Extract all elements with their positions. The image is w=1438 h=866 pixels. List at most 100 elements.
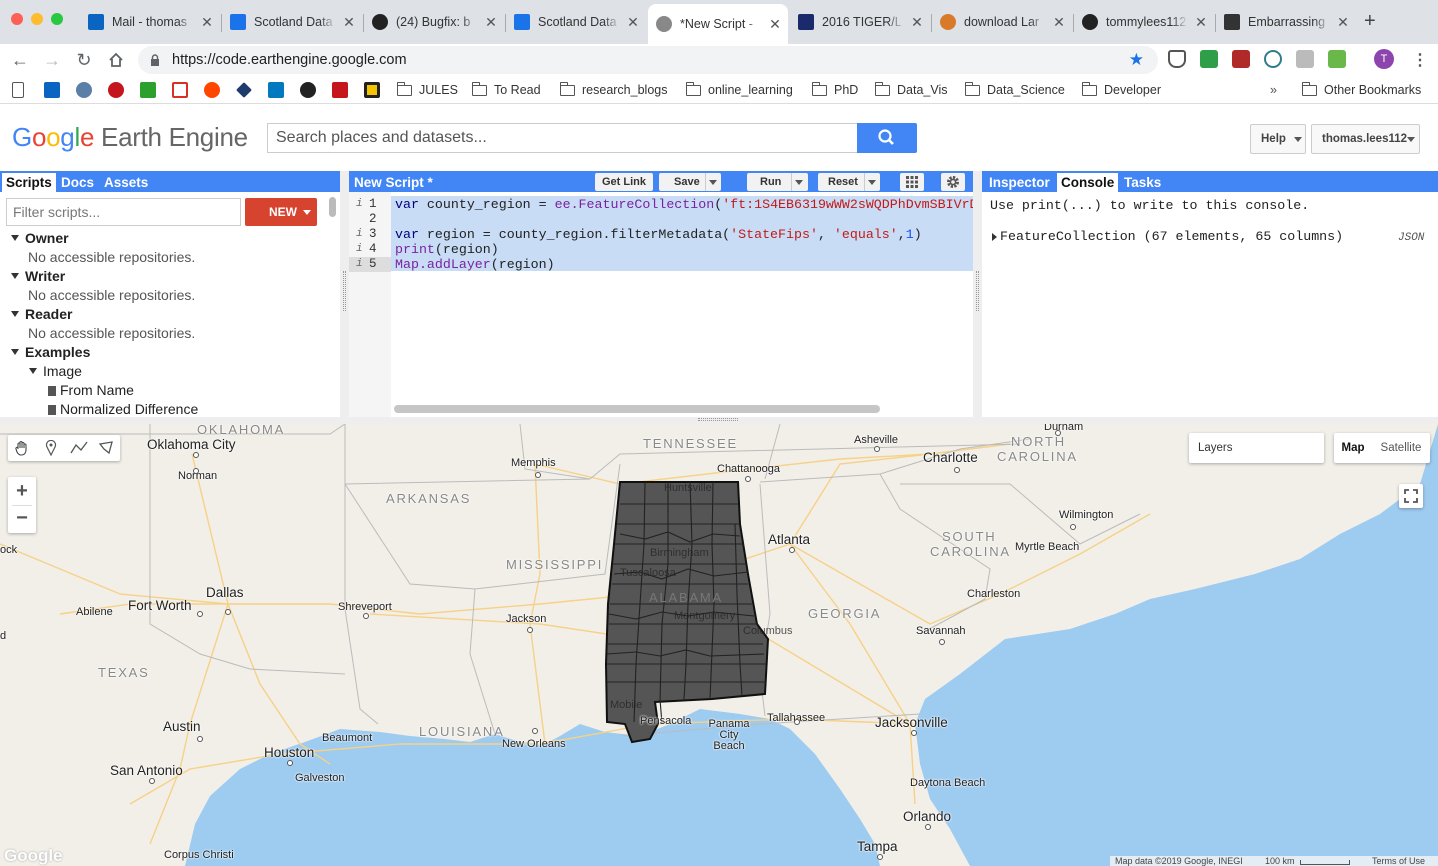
bookmarks-overflow-button[interactable]: » [1270,81,1277,99]
back-button[interactable]: ← [8,48,32,72]
browser-tab[interactable]: Scotland Data ✕ [506,8,646,36]
bookmark-folder[interactable]: online_learning [685,81,793,99]
reddit-bookmark-icon[interactable] [204,82,220,98]
pocket-extension-icon[interactable] [1168,50,1186,68]
save-button[interactable]: Save [659,173,721,191]
bookmark-folder[interactable]: To Read [471,81,541,99]
bookmark-folder[interactable]: research_blogs [559,81,667,99]
expand-triangle-icon[interactable] [11,311,19,317]
run-dropdown-icon[interactable] [795,180,803,185]
r-extension-icon[interactable] [1264,50,1282,68]
left-splitter[interactable] [340,171,349,417]
browser-menu-icon[interactable]: ⋮ [1412,50,1428,70]
bookmark-star-icon[interactable]: ★ [1129,46,1144,74]
code-line[interactable]: print(region) [395,242,499,257]
diamond-bookmark-icon[interactable] [236,82,252,98]
script-tree-item[interactable]: Examples [11,344,90,360]
browser-tab[interactable]: *New Script - ✕ [648,4,788,44]
trello-bookmark-icon[interactable] [268,82,284,98]
console-output[interactable]: FeatureCollection (67 elements, 65 colum… [1000,229,1343,244]
page-bookmark-icon[interactable] [12,82,24,98]
zoom-in-button[interactable]: + [8,477,36,505]
editor-horizontal-scrollbar[interactable] [394,405,880,413]
right-splitter[interactable] [973,171,982,417]
gmail-bookmark-icon[interactable] [172,82,188,98]
expand-triangle-icon[interactable] [11,273,19,279]
close-tab-icon[interactable]: ✕ [626,14,640,31]
search-button[interactable] [857,123,917,153]
script-tree-item[interactable]: Reader [11,306,72,322]
hand-pan-icon[interactable] [14,440,30,456]
browser-tab[interactable]: tommylees112 ✕ [1074,8,1214,36]
browser-tab[interactable]: Mail - thomas ✕ [80,8,220,36]
fullscreen-button[interactable] [1399,484,1423,508]
scripts-scrollbar[interactable] [329,197,336,217]
bookmark-folder[interactable]: PhD [811,81,858,99]
bookmark-folder[interactable]: Data_Science [964,81,1065,99]
script-tree-item[interactable]: From Name [48,382,134,398]
tab-docs[interactable]: Docs [57,173,98,192]
extension-icon[interactable] [1296,50,1314,68]
close-tab-icon[interactable]: ✕ [484,14,498,31]
tab-inspector[interactable]: Inspector [985,173,1054,192]
marker-icon[interactable] [44,440,58,456]
reset-button[interactable]: Reset [818,173,880,191]
bookmark-icon-red[interactable] [108,82,124,98]
download-extension-icon[interactable] [1200,50,1218,68]
bookmark-folder[interactable]: JULES [396,81,458,99]
outlook-bookmark-icon[interactable] [44,82,60,98]
save-dropdown-icon[interactable] [709,180,717,185]
profile-avatar[interactable]: T [1374,49,1394,69]
browser-tab[interactable]: Scotland Data ✕ [222,8,362,36]
filter-scripts-input[interactable]: Filter scripts... [6,198,241,226]
other-bookmarks-folder[interactable]: Other Bookmarks [1301,81,1421,99]
close-tab-icon[interactable]: ✕ [910,14,924,31]
expand-triangle-icon[interactable] [992,233,997,241]
github-bookmark-icon[interactable] [300,82,316,98]
new-tab-button[interactable]: + [1364,10,1376,33]
code-line[interactable]: var county_region = ee.FeatureCollection… [395,197,973,212]
close-tab-icon[interactable]: ✕ [1052,14,1066,31]
zoom-out-button[interactable]: − [8,505,36,533]
search-input[interactable]: Search places and datasets... [267,123,857,153]
info-icon[interactable]: i [356,197,363,212]
layers-panel[interactable]: Layers [1189,433,1324,463]
address-bar[interactable]: https://code.earthengine.google.com ★ [138,46,1158,74]
browser-tab[interactable]: 2016 TIGER/L ✕ [790,8,930,36]
bookmark-icon-green[interactable] [140,82,156,98]
bookmark-folder[interactable]: Developer [1081,81,1161,99]
dots-bookmark-icon[interactable] [332,82,348,98]
new-script-button[interactable]: NEW [245,198,317,226]
close-window-button[interactable] [11,13,23,25]
user-menu-button[interactable]: thomas.lees112 [1311,124,1420,154]
expand-triangle-icon[interactable] [11,235,19,241]
settings-bookmark-icon[interactable] [76,82,92,98]
reload-button[interactable]: ↻ [72,48,96,72]
expand-triangle-icon[interactable] [11,349,19,355]
info-icon[interactable]: i [356,242,363,257]
code-line[interactable]: Map.addLayer(region) [395,257,555,272]
reset-dropdown-icon[interactable] [868,180,876,185]
polygon-icon[interactable] [98,440,114,456]
json-link[interactable]: JSON [1398,232,1424,244]
script-tree-item[interactable]: Image [29,363,82,379]
browser-tab[interactable]: download Lar ✕ [932,8,1072,36]
apps-grid-button[interactable] [900,173,924,191]
maximize-window-button[interactable] [51,13,63,25]
script-tree-item[interactable]: Owner [11,230,69,246]
close-tab-icon[interactable]: ✕ [1336,14,1350,31]
close-tab-icon[interactable]: ✕ [342,14,356,31]
close-tab-icon[interactable]: ✕ [768,16,782,33]
polyline-icon[interactable] [70,440,88,456]
close-tab-icon[interactable]: ✕ [1194,14,1208,31]
forward-button[interactable]: → [40,48,64,72]
map-splitter[interactable] [0,417,1438,424]
tab-scripts[interactable]: Scripts [2,173,56,192]
script-tree-item[interactable]: Normalized Difference [48,401,198,417]
print-extension-icon[interactable] [1328,50,1346,68]
home-button[interactable] [104,48,128,72]
settings-button[interactable] [941,173,965,191]
mendeley-extension-icon[interactable] [1232,50,1250,68]
get-link-button[interactable]: Get Link [595,173,653,191]
browser-tab[interactable]: (24) Bugfix: b ✕ [364,8,504,36]
